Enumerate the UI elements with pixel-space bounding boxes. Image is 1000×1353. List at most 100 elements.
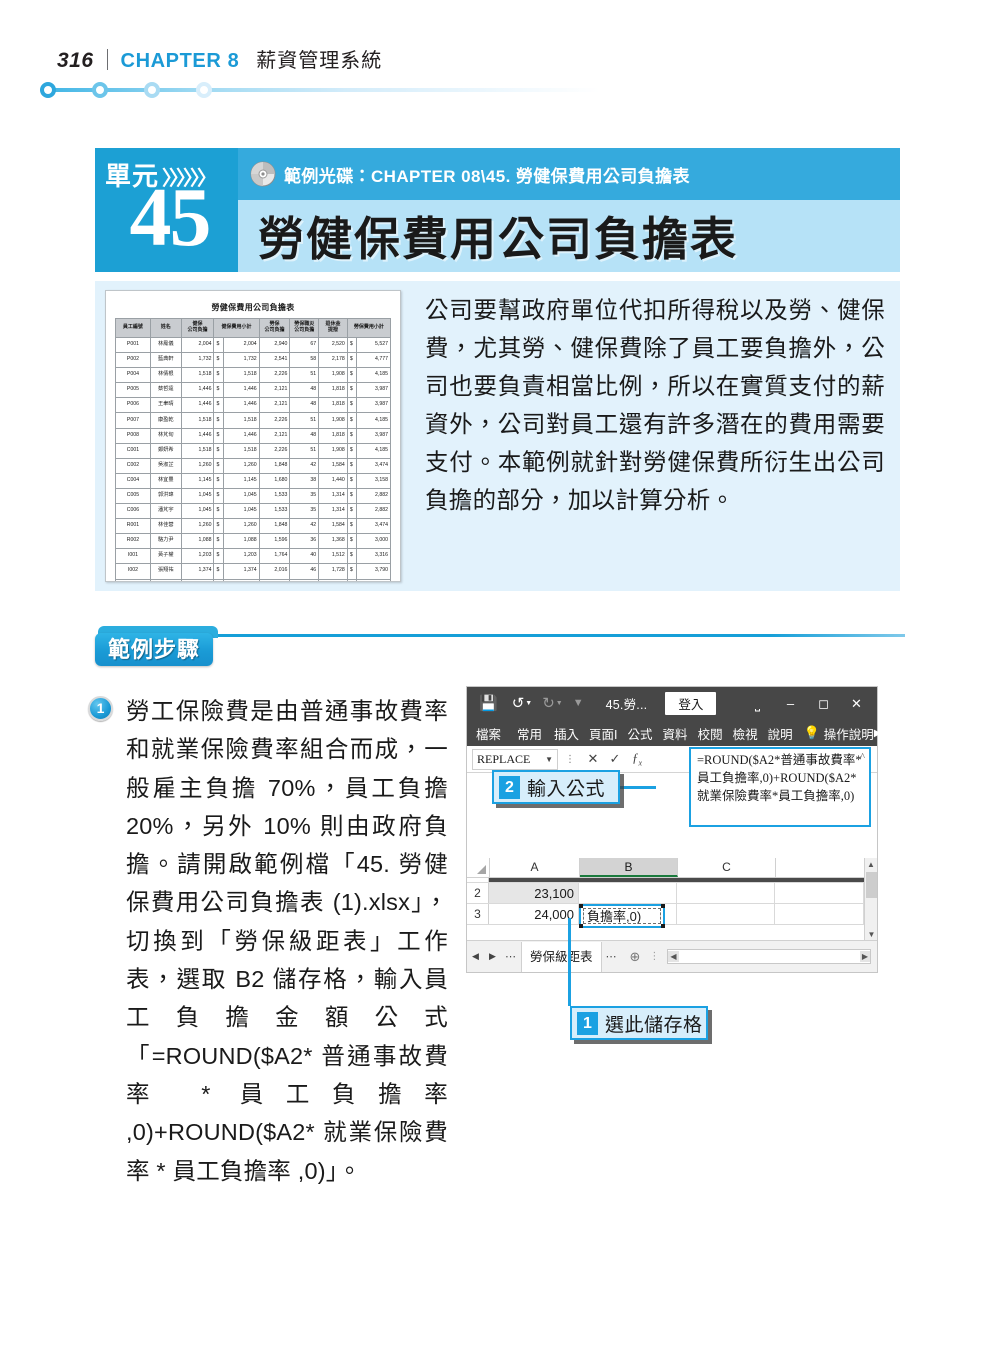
close-icon[interactable]: ✕ <box>840 696 873 712</box>
cell-nhi-company: 1,260 <box>180 457 215 474</box>
page-folio: 316 <box>57 49 94 72</box>
formula-bar-input[interactable]: =ROUND($A2*普通事故費率*員工負擔率,0)+ROUND($A2*就業保… <box>689 747 871 827</box>
ribbon-tab-insert[interactable]: 插入 <box>549 724 584 743</box>
customize-qat-icon[interactable]: ▼ <box>573 698 584 709</box>
tell-me-label[interactable]: 操作說明 <box>824 724 874 743</box>
cell-li-occupational: 42 <box>289 518 320 535</box>
redo-icon[interactable]: ↻ ▼ <box>542 696 563 711</box>
cell-d2[interactable] <box>775 883 864 903</box>
ribbon-tab-view[interactable]: 檢視 <box>728 724 763 743</box>
confirm-formula-icon[interactable]: ✓ <box>604 751 626 767</box>
cell-li-company: 2,940 <box>258 336 291 354</box>
cell-li-subtotal: 3,474 <box>356 518 391 535</box>
unit-cd-bar: 範例光碟：CHAPTER 08\45. 勞健保費用公司負擔表 <box>238 148 900 200</box>
table-row: C002 吳淑芷 1,260 $1,260 1,848 42 1,584 $3,474 <box>115 457 391 474</box>
sheet-tab-overflow-icon[interactable]: ⋯ <box>602 950 622 963</box>
cell-li-occupational: 58 <box>289 352 320 369</box>
tab-split-grip[interactable]: ⋮ <box>649 951 659 962</box>
th-li-company: 勞保 公司負擔 <box>258 318 291 338</box>
cell-li-subtotal: 5,527 <box>356 336 391 354</box>
header-dot-4 <box>196 82 212 98</box>
cell-c2[interactable] <box>677 883 775 903</box>
hscroll-right-icon[interactable]: ▶ <box>859 951 870 962</box>
chevron-down-icon[interactable]: ▼ <box>545 755 553 764</box>
header-dot-1 <box>40 82 56 98</box>
cell-li-occupational: 42 <box>289 457 320 474</box>
chevron-right-icon[interactable]: ▶ <box>874 728 887 739</box>
tab-overflow-icon[interactable]: ⋯ <box>501 950 521 963</box>
cell-currency: $ <box>346 563 358 580</box>
cell-li-subtotal: 4,777 <box>356 352 391 369</box>
vertical-scroll-thumb[interactable] <box>866 872 877 898</box>
ribbon-tab-file[interactable]: 檔案 <box>467 724 510 743</box>
sheet-tab-active[interactable]: 勞保級距表 <box>521 941 602 972</box>
cell-nhi-company: 1,203 <box>180 548 215 565</box>
cell-name: 黃子權 <box>149 548 182 565</box>
name-box[interactable]: REPLACE ▼ <box>472 748 558 770</box>
excel-window[interactable]: 💾 ↺ ▼ ↻ ▼ ▼ 45.勞... 登入 ⎵ – ◻ ✕ 檔案 常用 插入 頁面… <box>466 686 882 973</box>
callout-2-leader-line <box>620 786 656 789</box>
cell-d3[interactable] <box>775 904 864 924</box>
add-sheet-icon[interactable]: ⊕ <box>630 949 641 965</box>
table-row: C001 鄭妍希 1,518 $1,518 2,226 51 1,908 $4,185 <box>115 442 391 459</box>
row-header-2[interactable]: 2 <box>467 883 489 903</box>
select-all-corner[interactable] <box>467 858 490 877</box>
scroll-up-icon[interactable]: ▲ <box>865 858 877 871</box>
cell-name: 駱力尹 <box>149 533 182 550</box>
cell-c3[interactable] <box>677 904 775 924</box>
cell-nhi-subtotal: 1,518 <box>222 442 260 459</box>
cell-currency: $ <box>346 578 358 581</box>
tab-next-icon[interactable]: ▶ <box>484 951 501 962</box>
excel-grid[interactable]: A B C 1 勞保費級距 員工負擔金額 雇主負擔金額 雇主瞔 2 23,100… <box>467 858 877 941</box>
cell-currency: $ <box>346 457 358 474</box>
cell-name: 林佳蓉 <box>149 518 182 535</box>
cell-emp-id: C006 <box>115 503 151 520</box>
cell-li-subtotal: 3,316 <box>356 548 391 565</box>
sheet-row-2[interactable]: 2 23,100 <box>467 883 877 904</box>
undo-icon[interactable]: ↺ ▼ <box>512 696 533 711</box>
column-header-a[interactable]: A <box>490 858 580 877</box>
cell-pension: 1,314 <box>318 503 348 520</box>
ribbon-tab-review[interactable]: 校閱 <box>693 724 728 743</box>
insert-function-icon[interactable]: ƒx <box>626 750 648 768</box>
cell-b2[interactable] <box>579 883 677 903</box>
cell-currency: $ <box>213 382 224 399</box>
horizontal-scrollbar[interactable]: ◀ ▶ <box>667 949 871 964</box>
ribbon-display-options-icon[interactable]: ⎵ <box>741 696 774 712</box>
cell-nhi-subtotal: 1,518 <box>222 412 260 429</box>
column-header-c[interactable]: C <box>678 858 776 877</box>
ribbon-tab-data[interactable]: 資料 <box>658 724 693 743</box>
ribbon-tab-formulas[interactable]: 公式 <box>623 724 658 743</box>
ribbon-tab-help[interactable]: 說明 <box>763 724 798 743</box>
formula-bar-text: =ROUND($A2*普通事故費率*員工負擔率,0)+ROUND($A2*就業保… <box>697 753 862 803</box>
cell-nhi-company: 1,260 <box>180 518 215 535</box>
vertical-scrollbar[interactable]: ▲ ▼ <box>864 858 877 941</box>
lightbulb-icon[interactable]: 💡 <box>804 725 820 741</box>
cancel-formula-icon[interactable]: ✕ <box>582 751 604 767</box>
cell-pension: 1,512 <box>318 548 348 565</box>
tab-prev-icon[interactable]: ◀ <box>467 951 484 962</box>
cell-emp-id: I001 <box>115 548 151 565</box>
maximize-icon[interactable]: ◻ <box>807 696 840 712</box>
cell-a2[interactable]: 23,100 <box>489 883 579 903</box>
sheet-row-3[interactable]: 3 24,000 <box>467 904 877 925</box>
cell-nhi-company: 1,446 <box>180 397 215 414</box>
row-header-3[interactable]: 3 <box>467 904 489 924</box>
ribbon-tab-home[interactable]: 常用 <box>510 724 549 743</box>
active-cell-highlight[interactable]: 負擔率,0) <box>579 904 665 928</box>
cell-pension: 1,512 <box>318 578 348 581</box>
cell-name: 林倩根 <box>149 367 182 384</box>
active-cell-editor[interactable]: 負擔率,0) <box>583 908 661 924</box>
cell-a3[interactable]: 24,000 <box>489 904 579 924</box>
hscroll-left-icon[interactable]: ◀ <box>668 951 679 962</box>
column-header-d[interactable] <box>776 858 865 877</box>
cell-nhi-company: 1,045 <box>180 487 215 505</box>
column-header-b[interactable]: B <box>580 858 678 877</box>
cell-pension: 1,818 <box>318 397 348 414</box>
minimize-icon[interactable]: – <box>774 696 807 711</box>
cell-li-occupational: 51 <box>289 412 320 429</box>
save-icon[interactable]: 💾 <box>479 696 498 711</box>
ribbon-tab-page-layout[interactable]: 頁面I <box>584 724 622 743</box>
chevron-up-icon[interactable]: ^ <box>860 751 865 765</box>
sign-in-button[interactable]: 登入 <box>665 692 717 715</box>
